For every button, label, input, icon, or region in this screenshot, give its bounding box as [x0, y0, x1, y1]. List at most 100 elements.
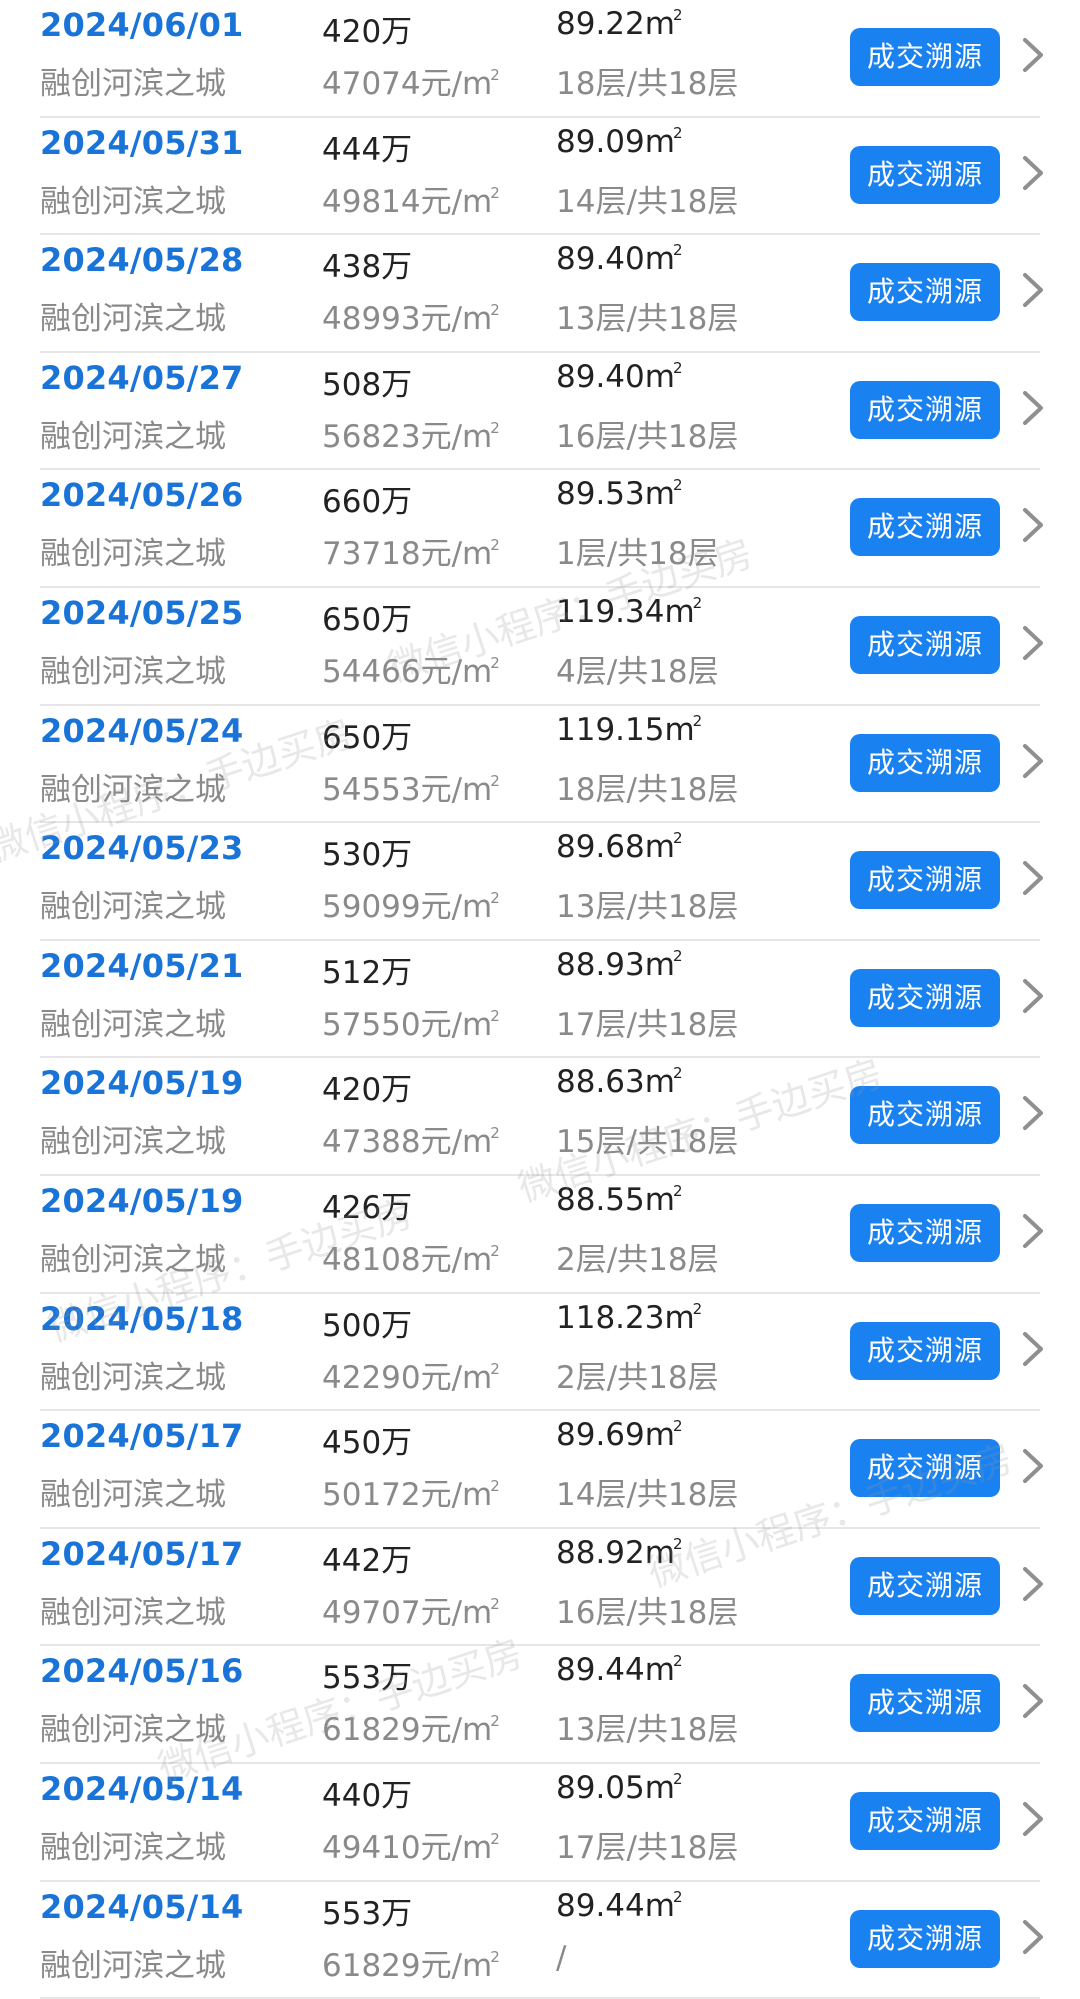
trace-deal-button[interactable]: 成交溯源: [850, 734, 1000, 792]
total-price: 512万: [322, 947, 412, 992]
unit-price: 57550元/m2: [322, 999, 500, 1044]
floor-area: 89.68m2: [556, 829, 683, 865]
chevron-right-icon[interactable]: [1010, 621, 1054, 665]
transaction-row[interactable]: 2024/05/28融创河滨之城438万48993元/m289.40m213层/…: [0, 235, 1080, 353]
total-price: 530万: [322, 829, 412, 874]
chevron-right-icon[interactable]: [1010, 33, 1054, 77]
trace-deal-button[interactable]: 成交溯源: [850, 851, 1000, 909]
area-sup: 2: [693, 712, 703, 730]
transaction-row[interactable]: 2024/05/25融创河滨之城650万54466元/m2119.34m24层/…: [0, 588, 1080, 706]
floor-info: 17层/共18层: [556, 1822, 738, 1867]
floor-info: 17层/共18层: [556, 999, 738, 1044]
transaction-row[interactable]: 2024/05/31融创河滨之城444万49814元/m289.09m214层/…: [0, 118, 1080, 236]
trace-deal-button[interactable]: 成交溯源: [850, 1674, 1000, 1732]
floor-area-value: 88.63m: [556, 1064, 675, 1100]
floor-area: 89.22m2: [556, 6, 683, 42]
trace-deal-button[interactable]: 成交溯源: [850, 498, 1000, 556]
unit-price: 47074元/m2: [322, 58, 500, 103]
transaction-row[interactable]: 2024/05/19融创河滨之城426万48108元/m288.55m22层/共…: [0, 1176, 1080, 1294]
unit-price: 48108元/m2: [322, 1234, 500, 1279]
unit-price: 49410元/m2: [322, 1822, 500, 1867]
area-sup: 2: [673, 1652, 683, 1670]
unit-sup: 2: [490, 1595, 500, 1613]
trace-deal-button[interactable]: 成交溯源: [850, 969, 1000, 1027]
floor-info: 1层/共18层: [556, 528, 719, 573]
project-name: 融创河滨之城: [40, 1940, 226, 1985]
transaction-row[interactable]: 2024/05/17融创河滨之城442万49707元/m288.92m216层/…: [0, 1529, 1080, 1647]
trace-deal-button[interactable]: 成交溯源: [850, 263, 1000, 321]
transaction-row[interactable]: 2024/05/16融创河滨之城553万61829元/m289.44m213层/…: [0, 1646, 1080, 1764]
transaction-row[interactable]: 2024/05/18融创河滨之城500万42290元/m2118.23m22层/…: [0, 1294, 1080, 1412]
transaction-row[interactable]: 2024/06/01融创河滨之城420万47074元/m289.22m218层/…: [0, 0, 1080, 118]
trace-deal-button[interactable]: 成交溯源: [850, 1322, 1000, 1380]
chevron-right-icon[interactable]: [1010, 151, 1054, 195]
unit-price-value: 73718元/m: [322, 536, 492, 572]
floor-area-value: 89.53m: [556, 476, 675, 512]
floor-info: 16层/共18层: [556, 411, 738, 456]
floor-area-value: 89.40m: [556, 241, 675, 277]
trace-deal-button[interactable]: 成交溯源: [850, 1792, 1000, 1850]
chevron-right-icon[interactable]: [1010, 1444, 1054, 1488]
deal-date: 2024/05/14: [40, 1770, 244, 1808]
unit-price: 48993元/m2: [322, 293, 500, 338]
trace-deal-button[interactable]: 成交溯源: [850, 1557, 1000, 1615]
deal-date: 2024/05/17: [40, 1535, 244, 1573]
unit-price-value: 48993元/m: [322, 301, 492, 337]
project-name: 融创河滨之城: [40, 646, 226, 691]
transaction-row[interactable]: 2024/05/26融创河滨之城660万73718元/m289.53m21层/共…: [0, 470, 1080, 588]
unit-sup: 2: [490, 1712, 500, 1730]
chevron-right-icon[interactable]: [1010, 856, 1054, 900]
area-sup: 2: [673, 1535, 683, 1553]
unit-price-value: 49814元/m: [322, 184, 492, 220]
unit-sup: 2: [490, 1007, 500, 1025]
unit-sup: 2: [490, 889, 500, 907]
unit-price-value: 47074元/m: [322, 66, 492, 102]
chevron-right-icon[interactable]: [1010, 386, 1054, 430]
chevron-right-icon[interactable]: [1010, 1209, 1054, 1253]
chevron-right-icon[interactable]: [1010, 1562, 1054, 1606]
unit-price-value: 48108元/m: [322, 1242, 492, 1278]
area-sup: 2: [673, 1417, 683, 1435]
project-name: 融创河滨之城: [40, 176, 226, 221]
unit-price-value: 59099元/m: [322, 889, 492, 925]
trace-deal-button[interactable]: 成交溯源: [850, 146, 1000, 204]
trace-deal-button[interactable]: 成交溯源: [850, 1086, 1000, 1144]
floor-area-value: 88.55m: [556, 1182, 675, 1218]
trace-deal-button[interactable]: 成交溯源: [850, 381, 1000, 439]
unit-price-value: 56823元/m: [322, 419, 492, 455]
unit-price: 73718元/m2: [322, 528, 500, 573]
transaction-row[interactable]: 2024/05/17融创河滨之城450万50172元/m289.69m214层/…: [0, 1411, 1080, 1529]
trace-deal-button[interactable]: 成交溯源: [850, 1439, 1000, 1497]
trace-deal-button[interactable]: 成交溯源: [850, 28, 1000, 86]
floor-info: 18层/共18层: [556, 58, 738, 103]
chevron-right-icon[interactable]: [1010, 739, 1054, 783]
chevron-right-icon[interactable]: [1010, 1915, 1054, 1959]
project-name: 融创河滨之城: [40, 764, 226, 809]
transaction-row[interactable]: 2024/05/21融创河滨之城512万57550元/m288.93m217层/…: [0, 941, 1080, 1059]
total-price: 650万: [322, 594, 412, 639]
transaction-row[interactable]: 2024/05/14融创河滨之城553万61829元/m289.44m2/成交溯…: [0, 1882, 1080, 1999]
unit-sup: 2: [490, 536, 500, 554]
chevron-right-icon[interactable]: [1010, 503, 1054, 547]
transaction-row[interactable]: 2024/05/19融创河滨之城420万47388元/m288.63m215层/…: [0, 1058, 1080, 1176]
unit-sup: 2: [490, 1477, 500, 1495]
chevron-right-icon[interactable]: [1010, 974, 1054, 1018]
trace-deal-button[interactable]: 成交溯源: [850, 1910, 1000, 1968]
transaction-row[interactable]: 2024/05/27融创河滨之城508万56823元/m289.40m216层/…: [0, 353, 1080, 471]
chevron-right-icon[interactable]: [1010, 1797, 1054, 1841]
transaction-row[interactable]: 2024/05/24融创河滨之城650万54553元/m2119.15m218层…: [0, 706, 1080, 824]
area-sup: 2: [673, 1888, 683, 1906]
chevron-right-icon[interactable]: [1010, 1327, 1054, 1371]
unit-price: 42290元/m2: [322, 1352, 500, 1397]
chevron-right-icon[interactable]: [1010, 268, 1054, 312]
transaction-row[interactable]: 2024/05/23融创河滨之城530万59099元/m289.68m213层/…: [0, 823, 1080, 941]
project-name: 融创河滨之城: [40, 293, 226, 338]
trace-deal-button[interactable]: 成交溯源: [850, 616, 1000, 674]
floor-info: 16层/共18层: [556, 1587, 738, 1632]
project-name: 融创河滨之城: [40, 1234, 226, 1279]
deal-date: 2024/05/24: [40, 712, 244, 750]
chevron-right-icon[interactable]: [1010, 1091, 1054, 1135]
chevron-right-icon[interactable]: [1010, 1679, 1054, 1723]
transaction-row[interactable]: 2024/05/14融创河滨之城440万49410元/m289.05m217层/…: [0, 1764, 1080, 1882]
trace-deal-button[interactable]: 成交溯源: [850, 1204, 1000, 1262]
